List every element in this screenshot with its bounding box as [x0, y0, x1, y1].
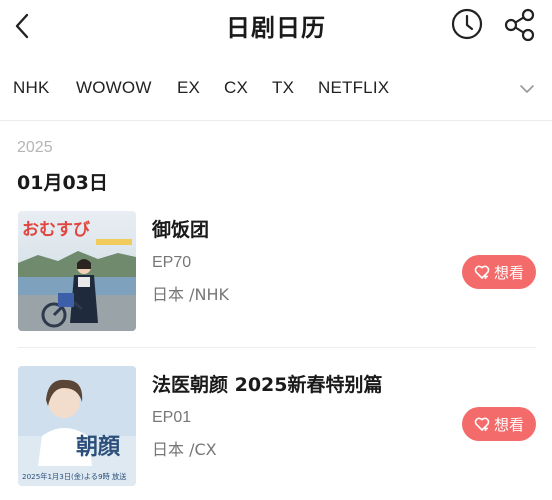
tab-nhk[interactable]: NHK: [13, 78, 50, 98]
show-title: 御饭团: [152, 219, 210, 241]
show-title: 法医朝颜 2025新春特别篇: [152, 374, 383, 396]
show-poster: おむすび: [18, 211, 136, 331]
year-label: 2025: [17, 139, 53, 156]
episode-number: EP01: [152, 409, 192, 426]
tab-wowow[interactable]: WOWOW: [76, 78, 152, 98]
tab-ex[interactable]: EX: [177, 78, 200, 98]
row-divider: [18, 347, 536, 348]
poster-caption: 2025年1月3日(金)よる9時 放送: [22, 472, 126, 481]
tab-cx[interactable]: CX: [224, 78, 248, 98]
broadcaster-tabs: NHK WOWOW EX CX TX NETFLIX: [0, 70, 552, 110]
date-heading: 01月03日: [17, 172, 108, 194]
share-icon: [504, 8, 535, 42]
clock-icon: [451, 8, 483, 40]
history-button[interactable]: [450, 7, 484, 41]
want-to-watch-label: 想看: [493, 263, 524, 282]
episode-number: EP70: [152, 254, 192, 271]
chevron-down-icon[interactable]: [518, 80, 536, 98]
heart-plus-icon: [474, 265, 490, 279]
tabs-divider: [0, 120, 552, 121]
want-to-watch-label: 想看: [493, 415, 524, 434]
tab-tx[interactable]: TX: [272, 78, 294, 98]
want-to-watch-button[interactable]: 想看: [462, 255, 536, 289]
show-item[interactable]: 朝顔 2025年1月3日(金)よる9時 放送 法医朝颜 2025新春特别篇 EP…: [0, 366, 552, 500]
top-bar: 日剧日历: [0, 0, 552, 56]
poster-logo-text: おむすび: [22, 220, 90, 240]
want-to-watch-button[interactable]: 想看: [462, 407, 536, 441]
show-item[interactable]: おむすび 御饭团 EP70 日本 /NHK 想看: [0, 211, 552, 345]
show-poster: 朝顔 2025年1月3日(金)よる9時 放送: [18, 366, 136, 486]
poster-logo-text: 朝顔: [76, 434, 121, 460]
show-meta: 日本 /CX: [152, 440, 217, 459]
share-button[interactable]: [502, 6, 538, 42]
heart-plus-icon: [474, 417, 490, 431]
show-meta: 日本 /NHK: [152, 285, 229, 304]
tab-netflix[interactable]: NETFLIX: [318, 78, 389, 98]
